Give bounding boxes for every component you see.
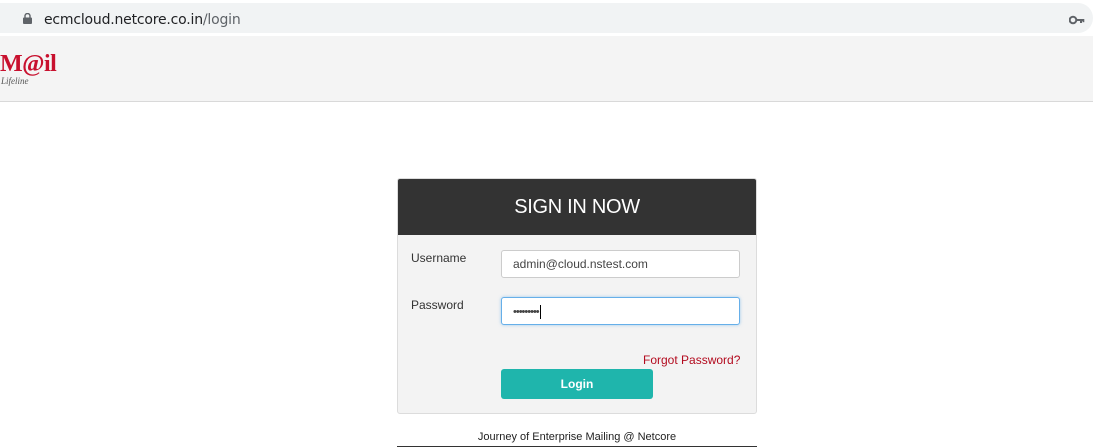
logo-tagline: Lifeline — [1, 76, 29, 86]
logo[interactable]: M@il Lifeline — [0, 51, 57, 86]
browser-address-bar: ecmcloud.netcore.co.in/login — [0, 0, 1093, 36]
footer-divider — [397, 446, 757, 447]
login-panel: SIGN IN NOW Username admin@cloud.nstest.… — [397, 178, 757, 414]
key-icon[interactable] — [1069, 15, 1085, 25]
password-input[interactable]: ••••••••• — [501, 297, 740, 325]
url-text: ecmcloud.netcore.co.in/login — [44, 12, 241, 28]
site-header: M@il Lifeline — [0, 36, 1093, 102]
forgot-password-link[interactable]: Forgot Password? — [643, 353, 740, 367]
lock-icon — [23, 13, 32, 24]
url-host: ecmcloud.netcore.co.in — [44, 12, 203, 28]
password-label: Password — [411, 298, 464, 312]
footer-text: Journey of Enterprise Mailing @ Netcore — [477, 431, 677, 443]
username-input[interactable]: admin@cloud.nstest.com — [501, 250, 740, 278]
url-path: /login — [202, 12, 241, 28]
login-button[interactable]: Login — [501, 369, 653, 399]
username-value: admin@cloud.nstest.com — [513, 257, 648, 271]
logo-text: M@il — [0, 51, 57, 77]
text-caret — [539, 304, 541, 319]
username-label: Username — [411, 251, 467, 265]
password-value: ••••••••• — [513, 305, 540, 318]
url-field[interactable]: ecmcloud.netcore.co.in/login — [0, 3, 1093, 33]
login-title: SIGN IN NOW — [398, 179, 756, 235]
